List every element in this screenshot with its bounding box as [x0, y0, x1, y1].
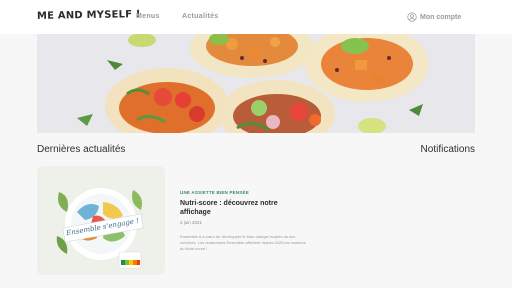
top-navigation-bar: ME AND MYSELF ! Menus Actualités Mon com… [0, 0, 512, 34]
user-circle-icon [407, 12, 417, 22]
latest-news-heading: Dernières actualités [37, 144, 126, 155]
account-link[interactable]: Mon compte [407, 12, 461, 22]
nav-link-actualites[interactable]: Actualités [182, 13, 218, 20]
notifications-heading: Notifications [420, 144, 475, 155]
article-image[interactable]: Ensemble s'engage ! [37, 166, 165, 275]
brand-logo[interactable]: ME AND MYSELF ! [37, 9, 141, 22]
article-date: 2 juin 2021 [180, 220, 203, 225]
account-label: Mon compte [420, 13, 462, 21]
nav-link-menus[interactable]: Menus [136, 13, 160, 20]
article-excerpt: Ensemble à à cœur de développer le bien-… [180, 234, 306, 251]
article-category: UNE ASSIETTE BIEN PENSÉE [180, 190, 249, 195]
hero-image-tacos [37, 34, 475, 133]
article-title[interactable]: Nutri-score : découvrez notre affichage [180, 199, 300, 217]
